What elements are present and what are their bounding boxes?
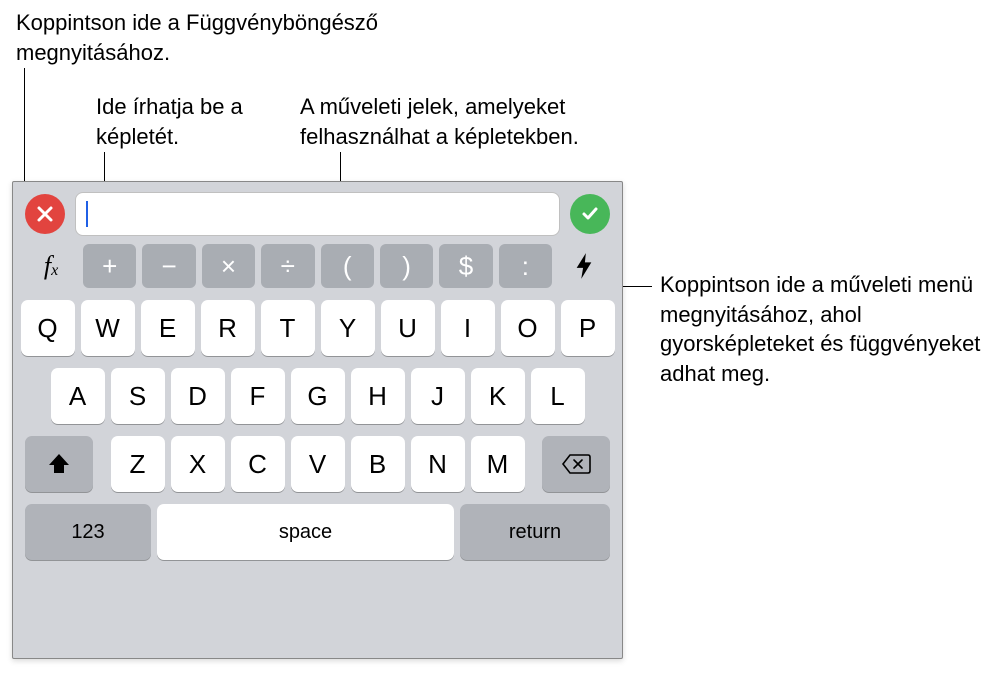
backspace-icon [561,453,591,475]
operator-plus-button[interactable]: + [83,244,136,288]
key-j[interactable]: J [411,368,465,424]
keyboard-row-3: Z X C V B N M [19,436,616,492]
operator-open-paren-button[interactable]: ( [321,244,374,288]
operator-divide-button[interactable]: ÷ [261,244,314,288]
formula-keyboard-panel: fx + − × ÷ ( ) $ : Q W E R T Y U I O P A… [12,181,623,659]
lightning-icon [573,251,595,281]
key-d[interactable]: D [171,368,225,424]
keyboard-row-4: 123 space return [19,504,616,560]
callout-formula-input: Ide írhatja be a képletét. [96,92,296,151]
key-m[interactable]: M [471,436,525,492]
operator-dollar-button[interactable]: $ [439,244,492,288]
operator-row: fx + − × ÷ ( ) $ : [13,244,622,292]
backspace-key[interactable] [542,436,610,492]
key-r[interactable]: R [201,300,255,356]
key-k[interactable]: K [471,368,525,424]
key-q[interactable]: Q [21,300,75,356]
operator-close-paren-button[interactable]: ) [380,244,433,288]
accept-button[interactable] [570,194,610,234]
operator-minus-button[interactable]: − [142,244,195,288]
key-u[interactable]: U [381,300,435,356]
key-f[interactable]: F [231,368,285,424]
key-c[interactable]: C [231,436,285,492]
formula-input[interactable] [75,192,560,236]
formula-bar [13,182,622,244]
function-browser-button[interactable]: fx [25,244,77,288]
callout-function-browser: Koppintson ide a Függvényböngésző megnyi… [16,8,436,67]
key-b[interactable]: B [351,436,405,492]
key-s[interactable]: S [111,368,165,424]
numeric-mode-key[interactable]: 123 [25,504,151,560]
space-key[interactable]: space [157,504,454,560]
operator-colon-button[interactable]: : [499,244,552,288]
callout-operators: A műveleti jelek, amelyeket felhasználha… [300,92,620,151]
close-icon [35,204,55,224]
key-w[interactable]: W [81,300,135,356]
quick-actions-button[interactable] [558,244,610,288]
text-cursor [86,201,88,227]
shift-icon [46,451,72,477]
keyboard-row-1: Q W E R T Y U I O P [19,300,616,356]
key-i[interactable]: I [441,300,495,356]
keyboard-letters: Q W E R T Y U I O P A S D F G H J K L [13,292,622,570]
fx-label-x: x [51,262,58,280]
callout-actions-menu: Koppintson ide a műveleti menü megnyitás… [660,270,990,389]
return-key[interactable]: return [460,504,610,560]
key-e[interactable]: E [141,300,195,356]
shift-key[interactable] [25,436,93,492]
key-l[interactable]: L [531,368,585,424]
key-g[interactable]: G [291,368,345,424]
key-v[interactable]: V [291,436,345,492]
fx-label-f: f [44,251,51,281]
key-t[interactable]: T [261,300,315,356]
cancel-button[interactable] [25,194,65,234]
key-a[interactable]: A [51,368,105,424]
key-y[interactable]: Y [321,300,375,356]
key-o[interactable]: O [501,300,555,356]
key-p[interactable]: P [561,300,615,356]
keyboard-row-2: A S D F G H J K L [19,368,616,424]
key-h[interactable]: H [351,368,405,424]
key-x[interactable]: X [171,436,225,492]
operator-multiply-button[interactable]: × [202,244,255,288]
key-z[interactable]: Z [111,436,165,492]
checkmark-icon [580,204,600,224]
key-n[interactable]: N [411,436,465,492]
